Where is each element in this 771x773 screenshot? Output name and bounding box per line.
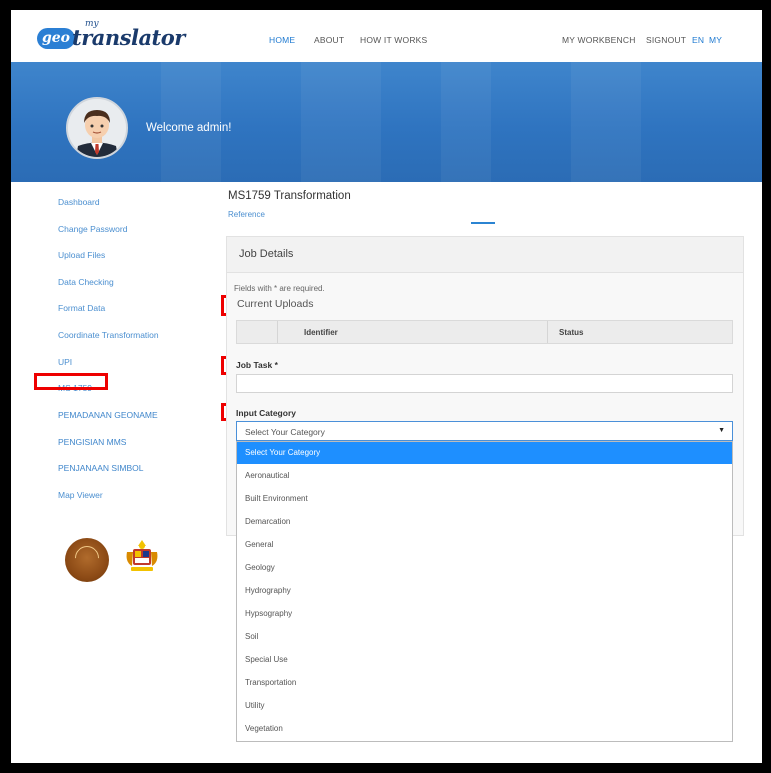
category-option-special-use[interactable]: Special Use [237, 649, 732, 671]
welcome-text: Welcome admin! [146, 122, 232, 134]
category-option-demarcation[interactable]: Demarcation [237, 511, 732, 533]
table-header-identifier: Identifier [304, 328, 338, 337]
sidebar-item-dashboard[interactable]: Dashboard [58, 197, 100, 207]
nav-about-link[interactable]: ABOUT [314, 35, 344, 45]
highlight-box-ms1759 [34, 373, 108, 390]
job-task-label: Job Task * [236, 360, 278, 370]
sidebar-menu: Dashboard Change Password Upload Files D… [11, 182, 211, 763]
sidebar-item-coordinate-transformation[interactable]: Coordinate Transformation [58, 330, 159, 340]
required-fields-note: Fields with * are required. [234, 284, 325, 293]
table-divider [277, 321, 278, 343]
nav-signout-link[interactable]: SIGNOUT [646, 35, 686, 45]
top-navbar: my geo translator HOME ABOUT HOW IT WORK… [11, 10, 762, 62]
input-category-select[interactable]: Select Your Category ▼ [236, 421, 733, 441]
table-header-status: Status [559, 328, 584, 337]
logo-geo-text: geo [37, 28, 75, 49]
banner-texture [571, 62, 641, 182]
sidebar-item-upi[interactable]: UPI [58, 357, 72, 367]
category-option-transportation[interactable]: Transportation [237, 672, 732, 694]
card-header: Job Details [227, 237, 743, 273]
user-avatar-icon [68, 99, 126, 157]
sidebar-item-format-data[interactable]: Format Data [58, 303, 105, 313]
lang-my-link[interactable]: MY [709, 35, 722, 45]
category-option-geology[interactable]: Geology [237, 557, 732, 579]
page-title: MS1759 Transformation [228, 190, 351, 202]
welcome-banner: Welcome admin! [11, 62, 762, 182]
malaysia-coat-of-arms-logo [123, 538, 161, 574]
category-option-utility[interactable]: Utility [237, 695, 732, 717]
sidebar-item-penjanaan-simbol[interactable]: PENJANAAN SIMBOL [58, 463, 144, 473]
category-option-select-your-category[interactable]: Select Your Category [237, 442, 732, 464]
category-option-built-environment[interactable]: Built Environment [237, 488, 732, 510]
emblem-sun-icon [70, 541, 104, 575]
category-option-general[interactable]: General [237, 534, 732, 556]
sidebar-item-pengisian-mms[interactable]: PENGISIAN MMS [58, 437, 126, 447]
tab-reference[interactable]: Reference [228, 210, 265, 219]
jupem-logo [65, 538, 109, 582]
logo-translator-text: translator [72, 25, 185, 50]
banner-texture [301, 62, 381, 182]
active-tab-indicator [471, 222, 495, 224]
sidebar-item-pemadanan-geoname[interactable]: PEMADANAN GEONAME [58, 410, 158, 420]
card-title: Job Details [239, 248, 294, 260]
avatar[interactable] [66, 97, 128, 159]
nav-how-it-works-link[interactable]: HOW IT WORKS [360, 35, 427, 45]
app-window: my geo translator HOME ABOUT HOW IT WORK… [11, 10, 762, 763]
uploads-table: Identifier Status [236, 320, 733, 344]
category-selected-value: Select Your Category [245, 427, 325, 437]
coat-of-arms-icon [126, 540, 158, 571]
sidebar-item-data-checking[interactable]: Data Checking [58, 277, 114, 287]
category-option-vegetation[interactable]: Vegetation [237, 718, 732, 740]
sidebar-item-change-password[interactable]: Change Password [58, 224, 127, 234]
category-option-hypsography[interactable]: Hypsography [237, 603, 732, 625]
lang-en-link[interactable]: EN [692, 35, 704, 45]
category-option-hydrography[interactable]: Hydrography [237, 580, 732, 602]
sidebar-item-map-viewer[interactable]: Map Viewer [58, 490, 103, 500]
input-category-label: Input Category [236, 408, 296, 418]
category-dropdown-list: Select Your Category Aeronautical Built … [236, 441, 733, 742]
dropdown-arrow-icon[interactable]: ▼ [718, 427, 725, 434]
current-uploads-label: Current Uploads [237, 298, 314, 310]
table-divider [547, 321, 548, 343]
nav-home-link[interactable]: HOME [269, 35, 295, 45]
job-task-input[interactable] [236, 374, 733, 393]
sidebar-item-upload-files[interactable]: Upload Files [58, 250, 105, 260]
category-option-aeronautical[interactable]: Aeronautical [237, 465, 732, 487]
banner-texture [441, 62, 491, 182]
category-option-soil[interactable]: Soil [237, 626, 732, 648]
nav-workbench-link[interactable]: MY WORKBENCH [562, 35, 636, 45]
